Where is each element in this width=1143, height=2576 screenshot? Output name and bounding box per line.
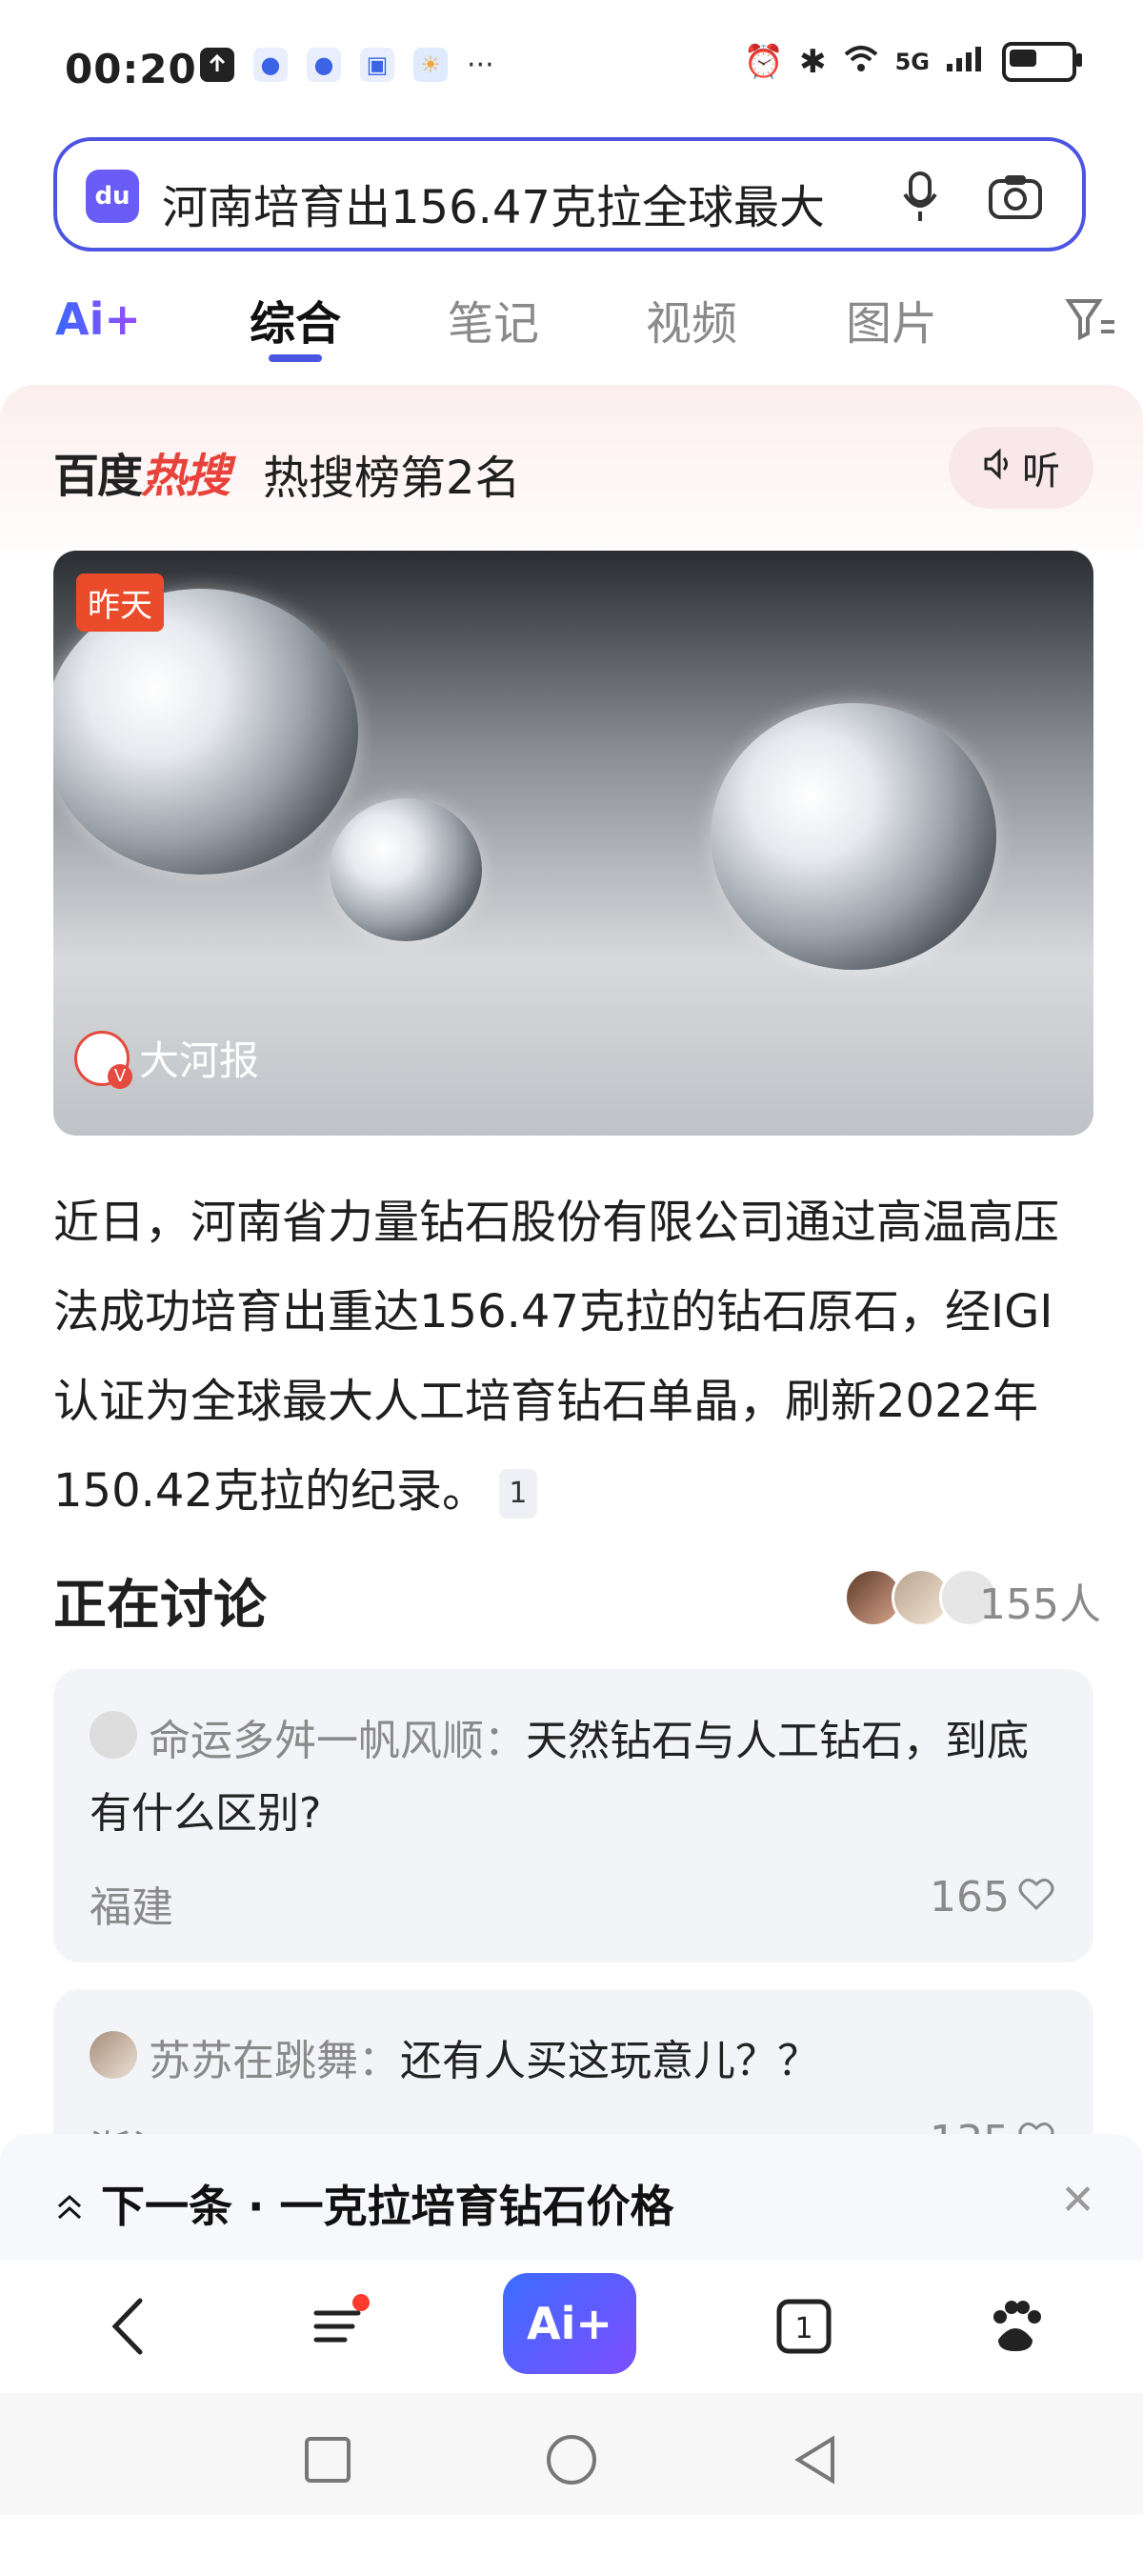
home-button[interactable]: [533, 2422, 610, 2498]
speaker-icon: [982, 446, 1014, 490]
listen-label: 听: [1022, 450, 1060, 493]
source-name: 大河报: [139, 1037, 260, 1084]
battery-icon: [1002, 42, 1082, 82]
notification-dot: [352, 2294, 370, 2311]
source-logo-icon: [74, 1030, 132, 1089]
status-bar: 00:20 ● ● ▣ ☀ ··· ⏰ ✱ 5G: [0, 0, 1143, 133]
battery-fill: [1010, 50, 1036, 67]
discussion-text: 还有人买这玩意儿？？: [400, 2037, 819, 2085]
wifi-icon: [842, 43, 880, 82]
discussion-count: 155人: [979, 1580, 1101, 1629]
news-image[interactable]: 昨天 大河报: [53, 551, 1093, 1136]
camera-icon[interactable]: [987, 168, 1044, 225]
article-summary: 近日，河南省力量钻石股份有限公司通过高温高压法成功培育出重达156.47克拉的钻…: [53, 1177, 1092, 1536]
more-dots-icon: ···: [467, 48, 494, 82]
system-back-button[interactable]: [777, 2422, 853, 2498]
baidu-paw-icon: ●: [307, 48, 341, 82]
hot-logo-part-1: 百度: [53, 450, 143, 503]
like-button[interactable]: 165: [930, 1873, 1055, 1922]
microphone-icon[interactable]: [892, 168, 949, 225]
baidu-du-logo-icon: du: [86, 170, 139, 223]
listen-button[interactable]: 听: [949, 427, 1093, 509]
filter-icon[interactable]: [1061, 290, 1118, 347]
network-label: 5G: [894, 49, 930, 75]
status-left-icons: ● ● ▣ ☀ ···: [200, 48, 494, 82]
baidu-paw-icon: ●: [253, 48, 288, 82]
signal-icon: [945, 43, 987, 82]
search-input[interactable]: 河南培育出156.47克拉全球最大: [162, 170, 924, 236]
discussion-content: 命运多舛一帆风顺：天然钻石与人工钻石，到底有什么区别?: [90, 1717, 1029, 1838]
menu-button[interactable]: [291, 2279, 387, 2374]
system-navigation: [0, 2393, 1143, 2515]
tab-count: 1: [794, 2312, 812, 2345]
status-right-icons: ⏰ ✱ 5G: [743, 42, 1082, 82]
weather-icon: ☀: [413, 48, 448, 82]
notes-app-icon: ▣: [360, 48, 394, 82]
heart-icon: [1017, 1873, 1055, 1922]
tab-notes[interactable]: 笔记: [448, 286, 539, 352]
diamond-image-2: [330, 798, 482, 941]
chevron-up-icon: [53, 2181, 101, 2232]
date-badge: 昨天: [76, 574, 164, 632]
next-item-text: 下一条 · 一克拉培育钻石价格: [101, 2181, 674, 2232]
status-time: 00:20: [65, 46, 197, 92]
active-tab-indicator: [269, 354, 322, 362]
baidu-home-button[interactable]: [968, 2279, 1063, 2374]
hot-rank: 热搜榜第2名: [263, 452, 521, 505]
recent-apps-button[interactable]: [290, 2422, 366, 2498]
discussion-username[interactable]: 苏苏在跳舞: [149, 2037, 358, 2085]
close-icon[interactable]: ✕: [1060, 2176, 1095, 2224]
baidu-paw-icon: [993, 2301, 1041, 2351]
tab-ai[interactable]: Ai+: [55, 293, 141, 345]
ai-assistant-button[interactable]: Ai+: [503, 2273, 636, 2374]
tabs-button[interactable]: 1: [756, 2279, 852, 2374]
result-tabs: Ai+ 综合 笔记 视频 图片: [0, 276, 1143, 381]
article-text: 近日，河南省力量钻石股份有限公司通过高温高压法成功培育出重达156.47克拉的钻…: [53, 1196, 1060, 1518]
tab-images[interactable]: 图片: [846, 286, 937, 352]
tab-comprehensive[interactable]: 综合: [250, 286, 341, 352]
back-button[interactable]: [80, 2279, 175, 2374]
search-box[interactable]: du 河南培育出156.47克拉全球最大: [53, 137, 1086, 252]
alarm-icon: ⏰: [743, 43, 785, 81]
discussion-title: 正在讨论: [53, 1575, 267, 1637]
next-item-bar[interactable]: 下一条 · 一克拉培育钻石价格 ✕: [0, 2134, 1143, 2260]
citation-badge[interactable]: 1: [498, 1469, 537, 1519]
discussion-content: 苏苏在跳舞：还有人买这玩意儿？？: [149, 2037, 819, 2085]
diamond-image-3: [711, 703, 996, 970]
source-tag[interactable]: 大河报: [74, 1029, 260, 1089]
discussion-card[interactable]: 命运多舛一帆风顺：天然钻石与人工钻石，到底有什么区别? 福建 165: [53, 1669, 1093, 1962]
upload-icon: [200, 48, 234, 82]
hot-logo-part-2: 热搜: [141, 450, 231, 503]
discussion-username[interactable]: 命运多舛一帆风顺: [149, 1717, 484, 1765]
next-item-label: 下一条 · 一克拉培育钻石价格: [53, 2172, 674, 2235]
discussion-avatars[interactable]: [844, 1568, 998, 1627]
diamond-image-1: [53, 589, 358, 875]
baidu-hot-logo: 百度热搜: [53, 438, 231, 505]
like-count: 165: [930, 1873, 1010, 1922]
tab-video[interactable]: 视频: [646, 286, 737, 352]
bottom-toolbar: Ai+ 1: [0, 2260, 1143, 2393]
discussion-province: 福建: [90, 1883, 173, 1932]
bluetooth-icon: ✱: [799, 43, 827, 81]
